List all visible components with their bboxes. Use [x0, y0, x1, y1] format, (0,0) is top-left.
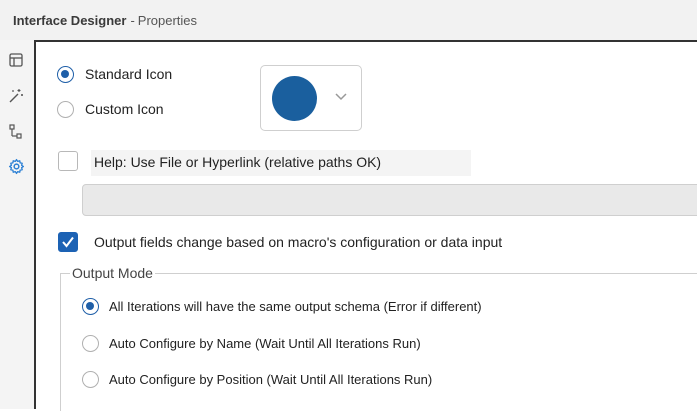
output-fields-checkbox[interactable]: [58, 232, 78, 252]
icon-swatch: [272, 76, 317, 121]
properties-panel: Standard Icon Custom Icon Help: Use File…: [34, 40, 697, 411]
gear-icon[interactable]: [6, 156, 26, 176]
standard-icon-radio[interactable]: [57, 66, 74, 83]
layout-icon[interactable]: [6, 50, 26, 70]
chevron-down-icon: [335, 93, 347, 101]
title-separator: -: [130, 12, 135, 28]
sidebar: [0, 40, 34, 409]
help-path-input[interactable]: [82, 184, 697, 216]
title-bar: Interface Designer - Properties: [0, 0, 697, 40]
app-title: Interface Designer: [13, 12, 127, 28]
magic-wand-icon[interactable]: [6, 86, 26, 106]
output-mode-legend: Output Mode: [70, 265, 155, 281]
output-mode-frame-top: [60, 273, 697, 274]
panel-title: Properties: [137, 12, 198, 28]
output-mode-option-same-schema-label: All Iterations will have the same output…: [109, 299, 482, 314]
checkmark-icon: [62, 236, 74, 248]
tree-icon[interactable]: [6, 122, 26, 142]
output-mode-option-same-schema-radio[interactable]: [82, 298, 99, 315]
help-checkbox[interactable]: [58, 151, 78, 171]
output-mode-option-by-name-radio[interactable]: [82, 335, 99, 352]
output-mode-frame-left: [60, 273, 61, 411]
custom-icon-radio[interactable]: [57, 101, 74, 118]
output-fields-label: Output fields change based on macro's co…: [94, 234, 503, 250]
icon-picker-dropdown[interactable]: [260, 65, 362, 131]
custom-icon-label: Custom Icon: [85, 101, 164, 117]
standard-icon-label: Standard Icon: [85, 66, 173, 82]
output-mode-option-by-position-radio[interactable]: [82, 371, 99, 388]
output-mode-option-by-name-label: Auto Configure by Name (Wait Until All I…: [109, 336, 421, 351]
output-mode-option-by-position-label: Auto Configure by Position (Wait Until A…: [109, 372, 433, 387]
help-label: Help: Use File or Hyperlink (relative pa…: [94, 154, 382, 170]
